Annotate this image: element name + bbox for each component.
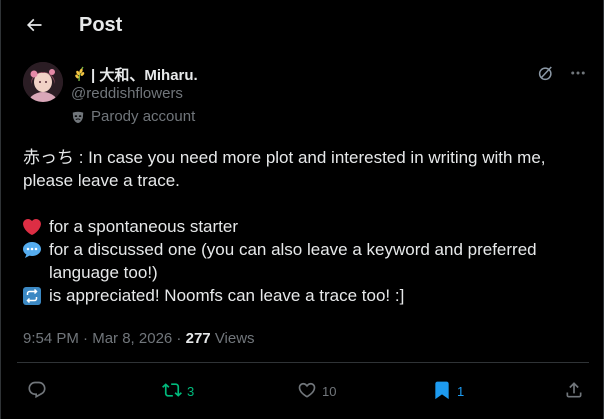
post-detail-view: Post | 大和、Miharu. @reddishflowers Parody… [0, 0, 604, 419]
author-handle[interactable]: @reddishflowers [71, 85, 198, 105]
author-display-name-row[interactable]: | 大和、Miharu. [71, 64, 198, 84]
parody-label: Parody account [91, 108, 196, 125]
views-label: Views [214, 330, 255, 347]
mask-icon [71, 110, 85, 124]
bookmark-filled-icon [432, 380, 452, 403]
parody-account-badge: Parody account [71, 108, 195, 125]
more-dots-icon[interactable] [569, 64, 587, 82]
repeat-button-emoji-icon [23, 284, 43, 307]
post-line-speech: for a discussed one (you can also leave … [23, 238, 583, 284]
post-meta: 9:54 PM · Mar 8, 2026 · 277 Views [23, 330, 255, 347]
bookmark-button[interactable]: 1 [432, 376, 464, 406]
reply-button[interactable] [27, 376, 52, 406]
reply-icon [27, 380, 47, 403]
repost-icon [162, 380, 182, 403]
arrow-left-icon [24, 15, 44, 40]
post-time[interactable]: 9:54 PM [23, 330, 79, 347]
speech-bubble-emoji-icon [23, 238, 43, 261]
post-date[interactable]: Mar 8, 2026 [92, 330, 172, 347]
divider [17, 362, 589, 363]
meta-separator: · [172, 330, 186, 347]
share-icon [564, 380, 584, 403]
author-display-name: | 大和、Miharu. [91, 66, 198, 84]
post-line-repeat-text: is appreciated! Noomfs can leave a trace… [49, 286, 405, 305]
back-button[interactable] [17, 10, 51, 44]
heart-outline-icon [297, 380, 317, 403]
avatar[interactable] [23, 62, 63, 102]
post-text: 赤っち : In case you need more plot and int… [23, 146, 583, 307]
post-action-bar: 3 10 1 [1, 376, 604, 406]
post-paragraph-intro: 赤っち : In case you need more plot and int… [23, 148, 546, 190]
like-count: 10 [322, 383, 337, 399]
page-title: Post [79, 14, 123, 36]
share-button[interactable] [564, 376, 584, 406]
post-line-speech-text: for a discussed one (you can also leave … [49, 240, 537, 282]
bookmark-count: 1 [457, 383, 465, 399]
post-top-actions [537, 64, 587, 82]
meta-separator: · [78, 330, 93, 347]
rice-flower-icon [71, 66, 87, 82]
red-heart-emoji-icon [23, 215, 43, 238]
like-button[interactable]: 10 [297, 376, 336, 406]
post-line-heart: for a spontaneous starter [23, 215, 583, 238]
views-count: 277 [185, 330, 211, 347]
repost-button[interactable]: 3 [162, 376, 194, 406]
page-header: Post [1, 0, 604, 52]
post-line-repeat: is appreciated! Noomfs can leave a trace… [23, 284, 583, 307]
author-info: | 大和、Miharu. @reddishflowers [71, 64, 198, 105]
post-line-heart-text: for a spontaneous starter [49, 217, 239, 236]
grok-icon[interactable] [537, 64, 555, 82]
repost-count: 3 [187, 383, 195, 399]
